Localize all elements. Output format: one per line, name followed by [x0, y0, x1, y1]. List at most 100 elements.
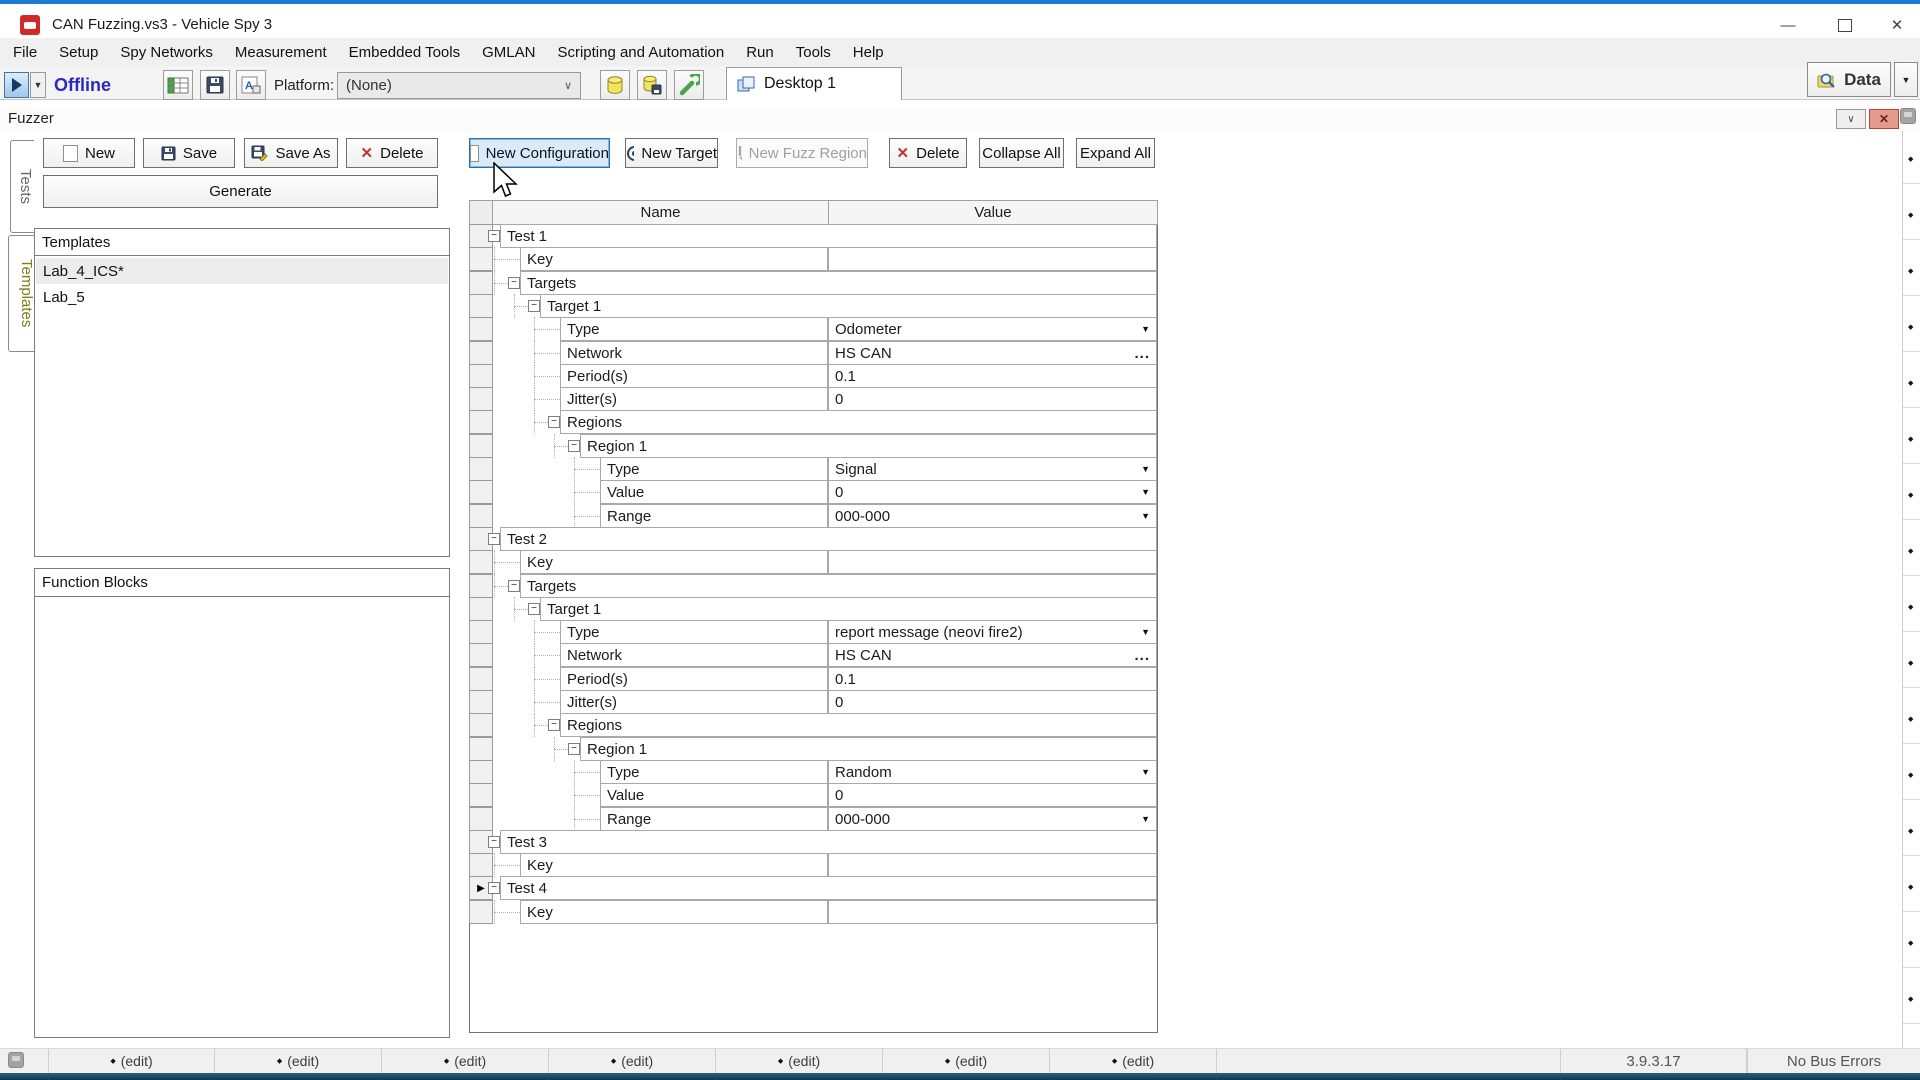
menu-item-file[interactable]: File	[2, 38, 48, 66]
run-mode-dropdown[interactable]: ▼	[30, 72, 46, 98]
tree-row-value[interactable]: 0	[828, 690, 1157, 714]
tree-row-name[interactable]: Test 2	[500, 527, 1157, 551]
row-selector[interactable]	[469, 737, 493, 761]
tree-row-name[interactable]: Key	[520, 550, 828, 574]
row-selector[interactable]	[469, 364, 493, 388]
menu-item-run[interactable]: Run	[735, 38, 785, 66]
tree-row-value[interactable]	[828, 853, 1157, 877]
tree-row-name[interactable]: Network	[560, 341, 828, 365]
expand-collapse-toggle[interactable]: −	[548, 416, 560, 428]
expand-collapse-toggle[interactable]: −	[488, 836, 500, 848]
expand-collapse-toggle[interactable]: −	[508, 277, 520, 289]
tree-row-value[interactable]: 0	[828, 783, 1157, 807]
tree-row-name[interactable]: Region 1	[580, 434, 1157, 458]
status-edit-cell[interactable]: ◆(edit)	[883, 1049, 1050, 1073]
tree-row-name[interactable]: Key	[520, 900, 828, 924]
tree-row-name[interactable]: Network	[560, 643, 828, 667]
new-fuzz-region-button[interactable]: New Fuzz Region	[736, 138, 868, 168]
tree-row-value[interactable]: HS CAN...	[828, 643, 1157, 667]
template-delete-button[interactable]: ✕ Delete	[346, 138, 438, 168]
menu-item-setup[interactable]: Setup	[48, 38, 109, 66]
panel-close-button[interactable]: ✕	[1869, 109, 1899, 129]
tree-row-value[interactable]: 000-000▼	[828, 504, 1157, 528]
tree-row-name[interactable]: Jitter(s)	[560, 387, 828, 411]
expand-collapse-toggle[interactable]: −	[548, 719, 560, 731]
config-delete-button[interactable]: ✕ Delete	[889, 138, 967, 168]
dropdown-arrow-icon[interactable]: ▼	[1141, 511, 1150, 521]
run-play-button[interactable]	[4, 72, 29, 98]
status-edit-cell[interactable]: ◆(edit)	[215, 1049, 382, 1073]
expand-collapse-toggle[interactable]: −	[528, 300, 540, 312]
template-item-lab4[interactable]: Lab_4_ICS*	[36, 258, 448, 284]
tree-row-name[interactable]: Value	[600, 480, 828, 504]
row-selector[interactable]	[469, 853, 493, 877]
status-edit-cell[interactable]: ◆(edit)	[48, 1049, 215, 1073]
menu-item-spy-networks[interactable]: Spy Networks	[109, 38, 224, 66]
dropdown-arrow-icon[interactable]: ▼	[1141, 627, 1150, 637]
expand-collapse-toggle[interactable]: −	[488, 882, 500, 894]
row-selector[interactable]	[469, 480, 493, 504]
tree-row-value[interactable]	[828, 247, 1157, 271]
collapse-all-button[interactable]: Collapse All	[979, 138, 1064, 168]
side-tab-templates[interactable]: Templates	[8, 235, 35, 352]
row-selector[interactable]	[469, 713, 493, 737]
dropdown-arrow-icon[interactable]: ▼	[1141, 767, 1150, 777]
tree-row-name[interactable]: Value	[600, 783, 828, 807]
dropdown-arrow-icon[interactable]: ▼	[1141, 814, 1150, 824]
tree-row-name[interactable]: Range	[600, 807, 828, 831]
row-selector[interactable]	[469, 294, 493, 318]
minimize-button[interactable]: —	[1765, 8, 1811, 42]
status-edit-cell[interactable]: ◆(edit)	[716, 1049, 883, 1073]
row-selector[interactable]	[469, 643, 493, 667]
tree-row-name[interactable]: Key	[520, 853, 828, 877]
messages-view-button[interactable]	[163, 70, 193, 100]
tools-wrench-button[interactable]	[674, 70, 704, 100]
tree-row-name[interactable]: Targets	[520, 271, 1157, 295]
template-save-button[interactable]: Save	[143, 138, 235, 168]
tree-row-name[interactable]: Test 1	[500, 224, 1157, 248]
tree-row-value[interactable]: 000-000▼	[828, 807, 1157, 831]
browse-ellipsis-button[interactable]: ...	[1134, 345, 1150, 362]
row-selector[interactable]	[469, 690, 493, 714]
save-setup-button[interactable]	[200, 70, 230, 100]
tree-row-value[interactable]: Random▼	[828, 760, 1157, 784]
database-save-button[interactable]	[637, 70, 667, 100]
tree-row-value[interactable]	[828, 550, 1157, 574]
tree-row-name[interactable]: Test 4	[500, 876, 1157, 900]
column-header-value[interactable]: Value	[828, 200, 1158, 225]
tree-row-name[interactable]: Key	[520, 247, 828, 271]
data-dropdown-arrow[interactable]: ▼	[1894, 62, 1918, 97]
tree-row-value[interactable]: HS CAN...	[828, 341, 1157, 365]
tree-row-value[interactable]: 0.1	[828, 364, 1157, 388]
tree-row-value[interactable]: 0	[828, 387, 1157, 411]
row-selector[interactable]	[469, 247, 493, 271]
menu-item-measurement[interactable]: Measurement	[224, 38, 338, 66]
row-selector[interactable]	[469, 434, 493, 458]
dropdown-arrow-icon[interactable]: ▼	[1141, 324, 1150, 334]
tree-row-name[interactable]: Range	[600, 504, 828, 528]
maximize-button[interactable]	[1822, 8, 1868, 42]
row-selector[interactable]	[469, 504, 493, 528]
tree-row-name[interactable]: Jitter(s)	[560, 690, 828, 714]
generate-button[interactable]: Generate	[43, 175, 438, 208]
row-selector[interactable]	[469, 900, 493, 924]
row-selector[interactable]	[469, 271, 493, 295]
menu-item-help[interactable]: Help	[842, 38, 895, 66]
expand-collapse-toggle[interactable]: −	[508, 580, 520, 592]
menu-item-scripting-and-automation[interactable]: Scripting and Automation	[546, 38, 735, 66]
tree-row-value[interactable]: Signal▼	[828, 457, 1157, 481]
status-edit-cell[interactable]: ◆(edit)	[382, 1049, 549, 1073]
tree-row-name[interactable]: Type	[600, 457, 828, 481]
text-editor-button[interactable]: A	[236, 70, 266, 100]
expand-all-button[interactable]: Expand All	[1076, 138, 1155, 168]
platform-select[interactable]: (None) ∨	[337, 72, 581, 99]
row-selector[interactable]	[469, 317, 493, 341]
row-selector[interactable]	[469, 807, 493, 831]
status-edit-cell[interactable]: ◆(edit)	[549, 1049, 716, 1073]
dropdown-arrow-icon[interactable]: ▼	[1141, 487, 1150, 497]
tree-row-name[interactable]: Region 1	[580, 737, 1157, 761]
menu-item-gmlan[interactable]: GMLAN	[471, 38, 546, 66]
panel-menu-button[interactable]: ∨	[1836, 109, 1866, 129]
status-edit-cell[interactable]: ◆(edit)	[1050, 1049, 1217, 1073]
row-selector[interactable]	[469, 387, 493, 411]
